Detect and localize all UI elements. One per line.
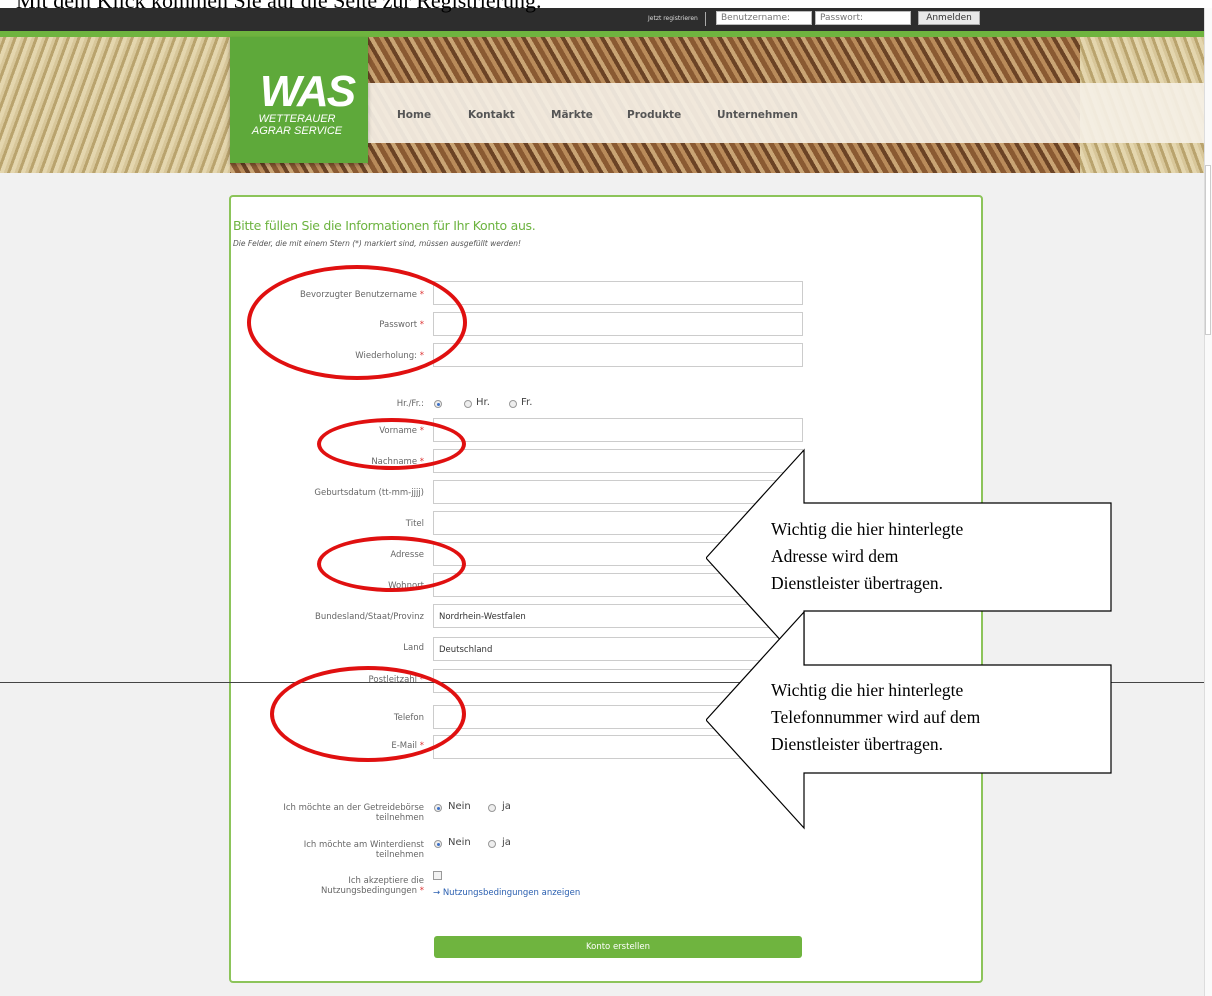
was-logo[interactable]: WAS WETTERAUER AGRAR SERVICE <box>230 37 368 163</box>
nav-kontakt[interactable]: Kontakt <box>468 109 515 121</box>
logo-subtitle: WETTERAUER AGRAR SERVICE <box>232 113 362 137</box>
salutation-hr-label: Hr. <box>476 397 490 408</box>
annotation-ellipse-name <box>317 418 466 470</box>
salutation-label: Hr./Fr.: <box>396 399 424 409</box>
register-link[interactable]: Jetzt registrieren <box>648 15 698 22</box>
terms-label: Ich akzeptiere die Nutzungsbedingungen * <box>320 876 424 896</box>
salutation-fr-radio[interactable] <box>509 400 517 408</box>
logo-subtitle-line1: WETTERAUER <box>258 113 336 125</box>
address-callout-text: Wichtig die hier hinterlegte Adresse wird… <box>771 519 964 593</box>
scrollbar-thumb[interactable] <box>1205 165 1211 335</box>
repeat-password-field[interactable] <box>433 343 803 367</box>
username-field[interactable] <box>433 281 803 305</box>
nav-maerkte[interactable]: Märkte <box>551 109 593 121</box>
winter-service-nein-label: Nein <box>448 837 471 848</box>
password-field[interactable] <box>433 312 803 336</box>
salutation-fr-label: Fr. <box>521 397 533 408</box>
annotation-ellipse-address <box>317 536 466 592</box>
form-subtitle: Die Felder, die mit einem Stern (*) mark… <box>233 239 522 248</box>
nav-unternehmen[interactable]: Unternehmen <box>717 109 798 121</box>
annotation-ellipse-credentials <box>247 265 467 380</box>
birthdate-label: Geburtsdatum (tt-mm-jjjj) <box>314 488 424 498</box>
grain-exchange-label: Ich möchte an der Getreidebörse teilnehme… <box>283 803 424 823</box>
annotation-ellipse-contact <box>270 666 466 762</box>
create-account-button[interactable]: Konto erstellen <box>434 936 802 958</box>
top-password-input[interactable] <box>815 11 911 25</box>
top-username-input[interactable] <box>716 11 812 25</box>
firstname-field[interactable] <box>433 418 803 442</box>
terms-checkbox[interactable] <box>433 871 442 880</box>
grain-exchange-ja-label: ja <box>502 801 511 812</box>
winter-service-ja-radio[interactable] <box>488 840 496 848</box>
document-caption: Mit dem Klick kommen Sie auf die Seite z… <box>16 0 542 13</box>
form-title: Bitte füllen Sie die Informationen für I… <box>233 218 536 233</box>
header-banner: WAS WETTERAUER AGRAR SERVICE Home Kontak… <box>0 37 1204 173</box>
logo-subtitle-line2: AGRAR SERVICE <box>251 125 343 137</box>
winter-service-label: Ich möchte am Winterdienst teilnehmen <box>303 840 424 860</box>
wheat-image <box>0 37 230 173</box>
logo-text: WAS <box>259 67 356 116</box>
grain-exchange-ja-radio[interactable] <box>488 804 496 812</box>
nav-produkte[interactable]: Produkte <box>627 109 681 121</box>
winter-service-ja-label: ja <box>502 837 511 848</box>
salutation-hr-radio[interactable] <box>464 400 472 408</box>
grain-exchange-nein-radio[interactable] <box>434 804 442 812</box>
country-label: Land <box>403 643 424 653</box>
scrollbar[interactable] <box>1204 8 1212 996</box>
nav-home[interactable]: Home <box>397 109 431 121</box>
grain-exchange-nein-label: Nein <box>448 801 471 812</box>
divider <box>705 12 706 26</box>
login-button[interactable]: Anmelden <box>918 11 980 25</box>
phone-callout-text: Wichtig die hier hinterlegte Telefonnumme… <box>771 680 981 754</box>
state-label: Bundesland/Staat/Provinz <box>315 612 424 622</box>
terms-link[interactable]: → Nutzungsbedingungen anzeigen <box>433 888 580 898</box>
salutation-none-radio[interactable] <box>434 400 442 408</box>
winter-service-nein-radio[interactable] <box>434 840 442 848</box>
title-label: Titel <box>405 519 424 529</box>
